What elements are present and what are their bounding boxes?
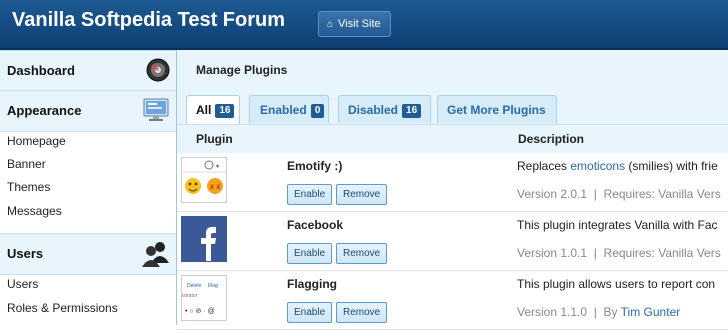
- emotify-thumbnail: ▾ x x: [181, 157, 227, 203]
- column-header-plugin: Plugin: [196, 132, 233, 146]
- page-title: Manage Plugins: [196, 63, 288, 77]
- sidebar-item-users[interactable]: Users: [7, 277, 38, 291]
- tab-label: Disabled: [348, 103, 399, 117]
- enable-button[interactable]: Enable: [287, 302, 333, 323]
- tab-label: Get More Plugins: [447, 103, 546, 117]
- column-header-description: Description: [518, 132, 585, 146]
- tab-count-badge: 16: [402, 104, 422, 118]
- separator: |: [593, 187, 597, 201]
- visit-site-button[interactable]: ⌂ Visit Site: [318, 11, 391, 37]
- sidebar-item-roles-permissions[interactable]: Roles & Permissions: [7, 301, 118, 315]
- thumb-symbols: • ○ ⊘ · @: [185, 308, 215, 315]
- tab-disabled[interactable]: Disabled 16: [338, 95, 431, 123]
- plugin-requires: Requires: Vanilla Vers: [603, 246, 721, 260]
- plugin-description: This plugin integrates Vanilla with Fac: [517, 218, 718, 232]
- thumb-text: Flag: [208, 283, 218, 289]
- sidebar-item-messages[interactable]: Messages: [7, 204, 62, 218]
- sidebar-item-homepage[interactable]: Homepage: [7, 134, 66, 148]
- sidebar-section-label: Users: [7, 246, 44, 261]
- dashboard-gauge-icon: [146, 58, 170, 82]
- plugin-description: Replaces emoticons (smilies) with frie: [517, 159, 718, 173]
- emoticons-link[interactable]: emoticons: [570, 159, 625, 173]
- plugin-meta: Version 1.1.0 | By Tim Gunter: [517, 305, 680, 319]
- sidebar-section-label: Appearance: [7, 103, 82, 118]
- title-bar: Manage Plugins: [177, 50, 728, 93]
- enable-button[interactable]: Enable: [287, 184, 333, 205]
- sidebar-section-users[interactable]: Users: [0, 233, 176, 275]
- plugin-meta: Version 1.0.1 | Requires: Vanilla Vers: [517, 246, 721, 260]
- emoticons-icon: ▾ x x: [182, 158, 226, 202]
- sidebar-section-label: Dashboard: [7, 63, 75, 78]
- plugin-version: Version 1.1.0: [517, 305, 588, 319]
- facebook-logo-icon: [182, 217, 226, 261]
- tab-all[interactable]: All 16: [186, 95, 240, 124]
- remove-button[interactable]: Remove: [336, 184, 388, 205]
- forum-title: Vanilla Softpedia Test Forum: [12, 9, 286, 31]
- thumb-text: Delete: [187, 283, 202, 289]
- monitor-icon: [143, 98, 169, 121]
- remove-button[interactable]: Remove: [336, 302, 388, 323]
- sidebar: Dashboard Appearance Homepage Banner The…: [0, 50, 177, 325]
- sidebar-item-themes[interactable]: Themes: [7, 180, 50, 194]
- plugin-meta: Version 2.0.1 | Requires: Vanilla Vers: [517, 187, 721, 201]
- main-content: Manage Plugins All 16 Enabled 0 Disabled 16…: [177, 50, 728, 330]
- plugin-name: Facebook: [287, 218, 344, 232]
- plugin-description: This plugin allows users to report con: [517, 277, 716, 291]
- tab-get-more-plugins[interactable]: Get More Plugins: [437, 95, 557, 123]
- sidebar-item-banner[interactable]: Banner: [7, 157, 46, 171]
- flagging-thumbnail: Delete Flag istrator • ○ ⊘ · @: [181, 275, 227, 321]
- sidebar-section-appearance[interactable]: Appearance: [0, 90, 176, 132]
- plugin-name: Emotify :): [287, 159, 343, 173]
- tab-label: All: [196, 103, 212, 117]
- remove-button[interactable]: Remove: [336, 243, 388, 264]
- tab-count-badge: 0: [310, 104, 325, 118]
- plugin-version: Version 1.0.1: [517, 246, 588, 260]
- tab-label: Enabled: [260, 103, 307, 117]
- tab-enabled[interactable]: Enabled 0: [249, 95, 329, 123]
- facebook-thumbnail: [181, 216, 227, 262]
- table-row: Facebook Enable Remove This plugin integ…: [177, 212, 728, 271]
- visit-site-label: Visit Site: [338, 18, 381, 30]
- separator: |: [593, 305, 597, 319]
- svg-text:▾: ▾: [216, 164, 219, 170]
- table-row: ▾ x x Emotify :) Enable Remove Replaces …: [177, 153, 728, 212]
- plugin-requires: Requires: Vanilla Vers: [603, 187, 721, 201]
- flagging-preview: Delete Flag istrator • ○ ⊘ · @: [182, 276, 226, 320]
- plugin-version: Version 2.0.1: [517, 187, 588, 201]
- thumb-text: istrator: [182, 293, 198, 299]
- tab-count-badge: 16: [215, 104, 235, 118]
- enable-button[interactable]: Enable: [287, 243, 333, 264]
- home-icon: ⌂: [327, 19, 334, 30]
- description-text: Replaces: [517, 159, 571, 173]
- users-icon: [142, 242, 169, 267]
- top-header: Vanilla Softpedia Test Forum ⌂ Visit Site: [0, 0, 728, 50]
- description-text: (smilies) with frie: [625, 159, 718, 173]
- separator: |: [593, 246, 597, 260]
- by-label: By: [603, 305, 618, 319]
- plugin-name: Flagging: [287, 277, 337, 291]
- table-header: Plugin Description: [177, 124, 728, 154]
- author-link[interactable]: Tim Gunter: [621, 305, 681, 319]
- sidebar-section-dashboard[interactable]: Dashboard: [0, 50, 176, 92]
- table-row: Delete Flag istrator • ○ ⊘ · @ Flagging …: [177, 271, 728, 330]
- svg-text:x x: x x: [210, 182, 220, 191]
- plugin-tabs: All 16 Enabled 0 Disabled 16 Get More Plugi…: [177, 92, 728, 124]
